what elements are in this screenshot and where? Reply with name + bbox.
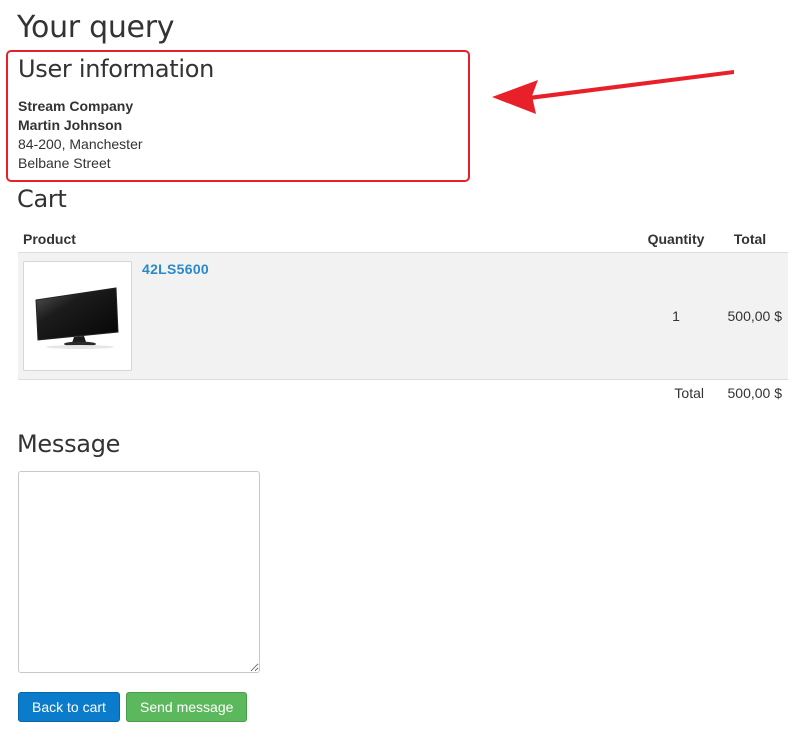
user-information-title: User information [18, 55, 215, 83]
product-quantity: 1 [640, 252, 712, 380]
street-line: Belbane Street [18, 155, 111, 171]
cart-table: Product Quantity Total 42LS5600 1 500,00… [18, 225, 788, 406]
message-textarea[interactable] [18, 471, 260, 673]
product-thumbnail[interactable] [23, 261, 132, 371]
product-link[interactable]: 42LS5600 [142, 261, 209, 277]
message-title: Message [17, 430, 121, 458]
address-line: 84-200, Manchester [18, 136, 143, 152]
user-name: Martin Johnson [18, 117, 123, 133]
send-message-button[interactable]: Send message [126, 692, 248, 722]
user-information: Stream Company Martin Johnson 84-200, Ma… [18, 97, 143, 173]
column-header-product: Product [18, 225, 640, 253]
column-header-quantity: Quantity [640, 225, 712, 253]
cart-total-label: Total [674, 385, 704, 401]
query-page: Your query User information Stream Compa… [0, 0, 803, 731]
product-image-cell [18, 252, 142, 380]
back-to-cart-button[interactable]: Back to cart [18, 692, 120, 722]
cart-total-value: 500,00 $ [727, 385, 783, 401]
product-name-cell: 42LS5600 [142, 252, 640, 380]
column-header-total: Total [712, 225, 788, 253]
product-total: 500,00 $ [712, 252, 788, 380]
table-row: 42LS5600 1 500,00 $ [18, 252, 788, 380]
tv-icon [34, 287, 119, 349]
cart-title: Cart [17, 185, 67, 213]
cart-header-row: Product Quantity Total [18, 225, 788, 253]
cart-total-row: Total 500,00 $ [18, 380, 788, 407]
page-title: Your query [17, 10, 175, 45]
company-name: Stream Company [18, 98, 134, 114]
annotation-arrow-icon [492, 70, 734, 114]
